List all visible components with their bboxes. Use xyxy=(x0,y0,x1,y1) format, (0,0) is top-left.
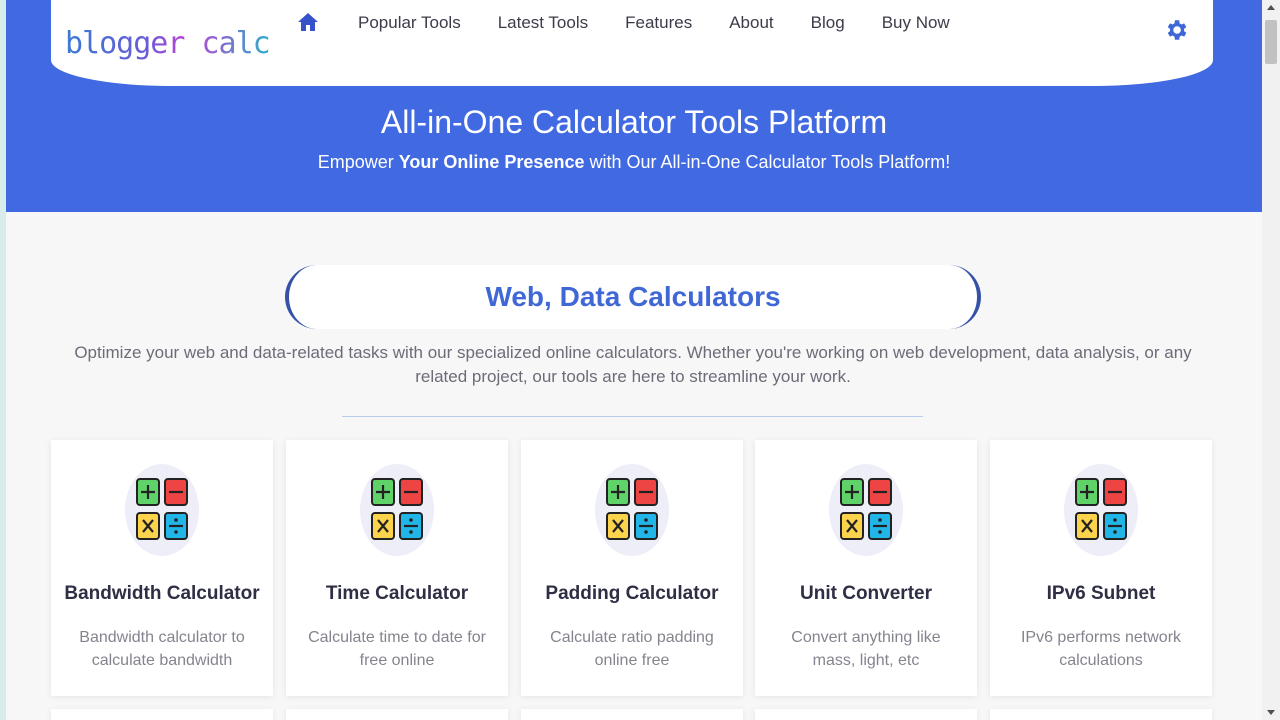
nav-features[interactable]: Features xyxy=(625,13,692,33)
hero-title: All-in-One Calculator Tools Platform xyxy=(380,104,888,140)
nav-blog[interactable]: Blog xyxy=(811,13,845,33)
tool-card[interactable]: Bandwidth Calculator Bandwidth calculato… xyxy=(51,440,273,696)
tool-card-partial[interactable] xyxy=(521,709,743,720)
card-title: Unit Converter xyxy=(800,583,932,604)
tool-card-partial[interactable] xyxy=(51,709,273,720)
tool-card-partial[interactable] xyxy=(286,709,508,720)
card-title: IPv6 Subnet xyxy=(1046,583,1156,604)
nav-buy-now[interactable]: Buy Now xyxy=(882,13,950,33)
card-description: Calculate ratio padding online free xyxy=(550,629,714,669)
card-title: Bandwidth Calculator xyxy=(64,583,260,604)
page: blogger calc Popular Tools Latest Tools … xyxy=(0,0,1262,720)
home-icon[interactable] xyxy=(296,10,320,34)
nav-latest-tools[interactable]: Latest Tools xyxy=(498,13,588,33)
gear-icon[interactable] xyxy=(1163,17,1189,43)
tool-card[interactable]: Padding Calculator Calculate ratio paddi… xyxy=(521,440,743,696)
card-description: Bandwidth calculator to calculate bandwi… xyxy=(79,629,245,669)
calculator-icon xyxy=(1064,464,1138,556)
scrollbar-thumb[interactable] xyxy=(1265,20,1277,64)
nav-links: Popular Tools Latest Tools Features Abou… xyxy=(358,13,987,33)
logo[interactable]: blogger calc xyxy=(65,26,271,61)
section-description: Optimize your web and data-related tasks… xyxy=(74,343,1192,386)
calculator-icon xyxy=(360,464,434,556)
scrollbar[interactable] xyxy=(1262,0,1280,720)
tool-card[interactable]: Unit Converter Convert anything like mas… xyxy=(755,440,977,696)
tool-card-partial[interactable] xyxy=(755,709,977,720)
hero-subtitle: Empower Your Online Presence with Our Al… xyxy=(317,152,951,172)
calculator-icon xyxy=(829,464,903,556)
card-description: Convert anything like mass, light, etc xyxy=(791,629,941,669)
card-title: Time Calculator xyxy=(325,583,469,604)
section-heading: Web, Data Calculators xyxy=(485,281,781,312)
scroll-down-arrow-icon[interactable] xyxy=(1262,704,1280,720)
calculator-icon xyxy=(595,464,669,556)
tool-card-partial[interactable] xyxy=(990,709,1212,720)
nav-popular-tools[interactable]: Popular Tools xyxy=(358,13,461,33)
tool-card[interactable]: IPv6 Subnet IPv6 performs network calcul… xyxy=(990,440,1212,696)
tool-card[interactable]: Time Calculator Calculate time to date f… xyxy=(286,440,508,696)
card-description: Calculate time to date for free online xyxy=(308,629,486,669)
calculator-icon xyxy=(125,464,199,556)
navbar: blogger calc Popular Tools Latest Tools … xyxy=(51,0,1213,86)
divider xyxy=(342,416,923,417)
card-description: IPv6 performs network calculations xyxy=(1020,629,1182,669)
hero-banner: blogger calc Popular Tools Latest Tools … xyxy=(6,0,1262,212)
scroll-up-arrow-icon[interactable] xyxy=(1262,0,1280,16)
card-title: Padding Calculator xyxy=(545,583,719,604)
section-heading-pill: Web, Data Calculators xyxy=(285,265,981,329)
nav-about[interactable]: About xyxy=(729,13,773,33)
